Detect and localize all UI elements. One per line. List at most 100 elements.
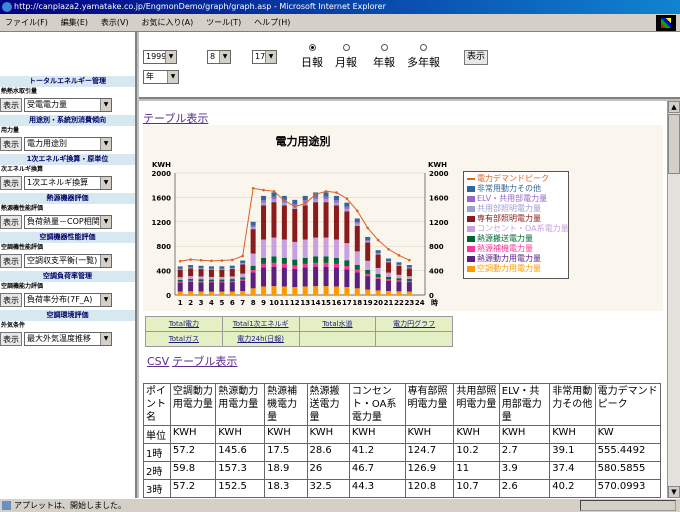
chart-bar-segment: [323, 192, 329, 197]
chart-bar-segment: [198, 276, 204, 280]
day-value: 17: [255, 52, 266, 61]
chart-switch-button[interactable]: 電力円グラフ: [375, 316, 453, 332]
show-button[interactable]: 表示: [464, 50, 489, 65]
usage-chart: 電力用途別KWH KWH0 0400 400800 8001200 12001600 160…: [152, 134, 449, 307]
chart-bar-segment: [354, 264, 360, 270]
scroll-thumb[interactable]: [668, 114, 680, 174]
chart-switch-button[interactable]: Total電力: [145, 316, 223, 332]
y-tick-label-left: 1200: [152, 219, 172, 227]
table-view-link[interactable]: テーブル表示: [143, 112, 208, 125]
sidebar-row: 表示 負荷率分布(7F_A) ▼: [0, 292, 135, 310]
chart-bar-segment: [240, 277, 246, 280]
menu-tools[interactable]: ツール(T): [201, 14, 246, 28]
report-radio-option[interactable]: 日報: [301, 44, 323, 70]
menu-help[interactable]: ヘルプ(H): [249, 14, 295, 28]
sidebar-select[interactable]: 最大外気温度推移 ▼: [24, 332, 112, 346]
day-select[interactable]: 17 ▼: [252, 50, 277, 64]
menu-edit[interactable]: 編集(E): [56, 14, 93, 28]
sidebar-select[interactable]: 1次エネルギ換算 ▼: [24, 176, 112, 190]
scroll-up-icon[interactable]: ▲: [668, 101, 680, 113]
chart-bar-segment: [292, 268, 298, 288]
scroll-down-icon[interactable]: ▼: [668, 486, 680, 498]
chart-bar-segment: [271, 256, 277, 263]
chart-switch-buttons: Total電力 Total1次エネルギ Total水道 電力円グラフ Totalガス 電力…: [145, 316, 453, 347]
unit-select-wrap: 年 ▼: [143, 70, 179, 84]
report-radio-option[interactable]: 月報: [335, 44, 357, 70]
chart-bar-segment: [208, 268, 214, 270]
sidebar-select[interactable]: 空調収支平衡(一覧) ▼: [24, 254, 112, 268]
chart-bar-segment: [406, 280, 412, 283]
table-cell: 2.7: [498, 443, 551, 462]
report-radio-option[interactable]: 多年報: [407, 44, 440, 70]
chart-switch-button[interactable]: [375, 331, 453, 347]
csv-table-link[interactable]: テーブル表示: [172, 355, 237, 368]
sidebar-show-button[interactable]: 表示: [0, 215, 22, 229]
csv-link[interactable]: CSV: [147, 355, 169, 368]
menu-favorites[interactable]: お気に入り(A): [136, 14, 198, 28]
chart-switch-button[interactable]: 電力24h(日報): [221, 331, 300, 347]
sidebar-select-value: 1次エネルギ換算: [27, 178, 89, 187]
y-tick-label-left: 2000: [152, 170, 172, 178]
main-scrollbar[interactable]: ▲ ▼: [667, 101, 680, 498]
radio-button-icon[interactable]: [380, 44, 388, 51]
menu-view[interactable]: 表示(V): [96, 14, 134, 28]
chart-bar-segment: [313, 286, 319, 295]
year-select[interactable]: 1999 ▼: [143, 50, 177, 64]
sidebar-show-button[interactable]: 表示: [0, 176, 22, 190]
table-cell: 3時: [143, 479, 171, 498]
demand-peak-point: [262, 188, 265, 192]
table-cell: 17.5: [264, 443, 308, 462]
chart-switch-button[interactable]: Total1次エネルギ: [221, 316, 300, 332]
sidebar-select[interactable]: 負荷率分布(7F_A) ▼: [24, 293, 112, 307]
table-cell: 124.7: [404, 443, 455, 462]
table-cell: 41.2: [348, 443, 406, 462]
sidebar-show-button[interactable]: 表示: [0, 137, 22, 151]
menu-file[interactable]: ファイル(F): [0, 14, 53, 28]
report-radio-option[interactable]: 年報: [373, 44, 395, 70]
sidebar-show-button[interactable]: 表示: [0, 98, 22, 112]
table-cell: ELV・共用部電力量: [498, 383, 551, 426]
legend-label: 専有部照明電力量: [477, 214, 541, 223]
chart-bar-segment: [396, 262, 402, 265]
x-tick-label: 7: [240, 299, 245, 307]
x-tick-label: 23: [405, 299, 415, 307]
y-tick-label-right: 2000: [429, 170, 449, 178]
chart-switch-button[interactable]: Total水道: [298, 316, 377, 332]
chart-bar-segment: [177, 269, 183, 278]
legend-item: 電力デマンドピーク: [467, 174, 565, 184]
legend-item: 熱源搬送電力量: [467, 234, 565, 244]
legend-swatch: [467, 177, 475, 180]
sidebar-show-button[interactable]: 表示: [0, 254, 22, 268]
chart-bar-segment: [198, 282, 204, 292]
chart-bar-segment: [261, 257, 267, 264]
legend-label: ELV・共用部電力量: [477, 194, 548, 203]
sidebar-show-button[interactable]: 表示: [0, 332, 22, 346]
chart-switch-button[interactable]: Totalガス: [145, 331, 223, 347]
chart-bar-segment: [313, 262, 319, 267]
menu-bar: ファイル(F) 編集(E) 表示(V) お気に入り(A) ツール(T) ヘルプ(…: [0, 14, 680, 32]
y-axis-label-left: KWH: [152, 161, 171, 169]
chart-switch-button[interactable]: [298, 331, 377, 347]
chart-bar-segment: [333, 205, 339, 240]
legend-item: 非常用動力その他: [467, 184, 565, 194]
radio-button-icon[interactable]: [420, 44, 427, 51]
chart-bar-segment: [344, 211, 350, 244]
status-bar: アプレットは、開始しました。: [0, 498, 680, 512]
table-cell: KWH: [549, 425, 596, 444]
sidebar-show-button[interactable]: 表示: [0, 293, 22, 307]
radio-button-icon[interactable]: [308, 44, 316, 51]
chart-bar-segment: [250, 229, 256, 254]
chart-bar-segment: [281, 202, 287, 206]
chart-bar-segment: [292, 259, 298, 266]
unit-select[interactable]: 年 ▼: [143, 70, 179, 84]
chart-bar-segment: [323, 199, 329, 203]
radio-button-icon[interactable]: [342, 44, 350, 51]
sidebar-select[interactable]: 負荷熱量－COP相関 ▼: [24, 215, 112, 229]
sidebar-select[interactable]: 受電電力量 ▼: [24, 98, 112, 112]
x-tick-label: 1: [178, 299, 183, 307]
table-cell: 120.8: [404, 479, 455, 498]
month-select[interactable]: 8 ▼: [207, 50, 231, 64]
chart-bar-segment: [261, 205, 267, 240]
radio-label: 年報: [373, 56, 395, 69]
sidebar-select[interactable]: 電力用途別 ▼: [24, 137, 112, 151]
